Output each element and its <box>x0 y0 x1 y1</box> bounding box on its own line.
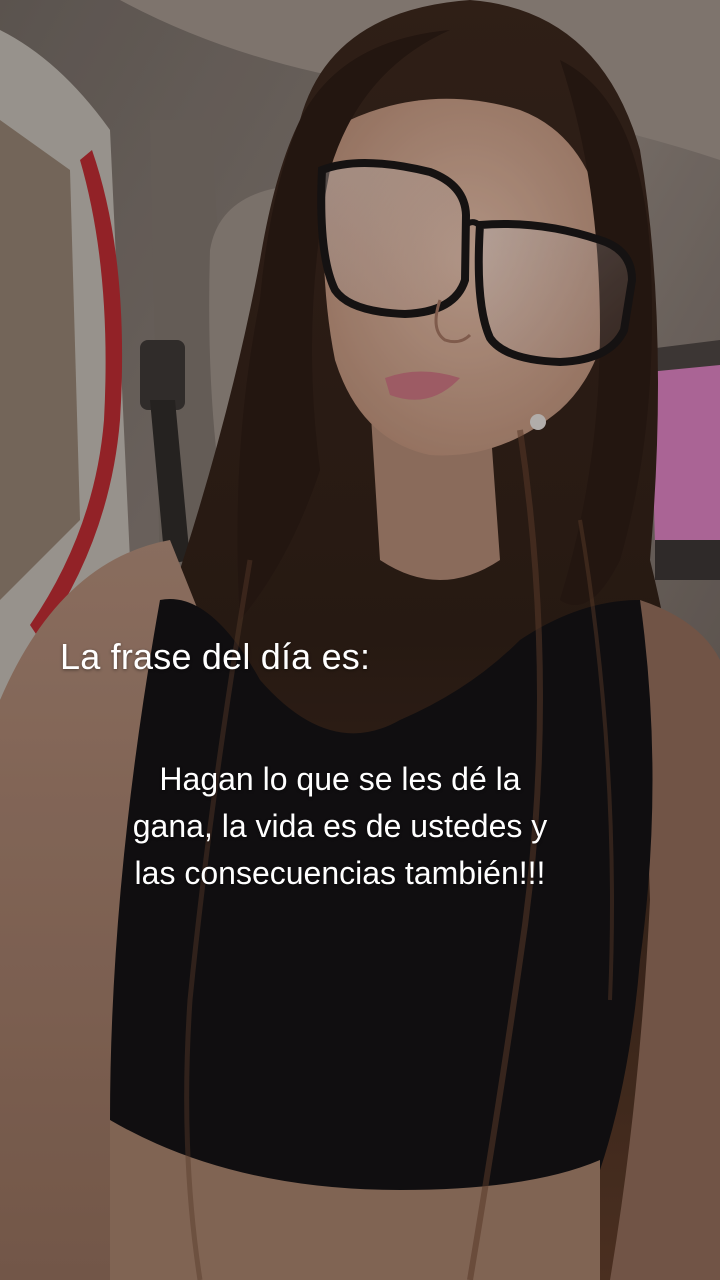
caption-quote-line: las consecuencias también!!! <box>134 855 546 891</box>
caption-title: La frase del día es: <box>60 636 371 677</box>
caption-quote-line: Hagan lo que se les dé la <box>159 761 521 797</box>
story-screen: La frase del día es: Hagan lo que se les… <box>0 0 720 1280</box>
caption-quote-line: gana, la vida es de ustedes y <box>132 808 548 844</box>
caption-quote: Hagan lo que se les dé la gana, la vida … <box>60 756 620 897</box>
